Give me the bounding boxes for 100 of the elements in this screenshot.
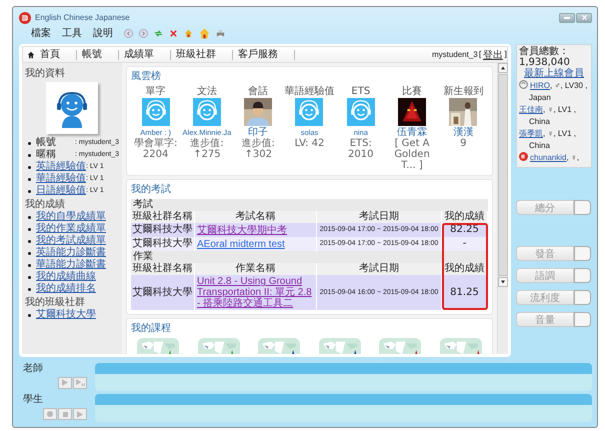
play-icon (62, 379, 68, 386)
member-country: China (528, 140, 550, 152)
category-label: ETS (351, 86, 370, 97)
sidebar-link[interactable]: 我的作業成績單 (36, 223, 106, 235)
menu-item[interactable]: 檔案 (31, 26, 51, 40)
refresh-icon[interactable] (154, 28, 163, 38)
card-title: 我的課程 (131, 322, 172, 336)
member-details: , ♀, (566, 153, 580, 162)
logo-icon (519, 152, 528, 161)
sidebar-link[interactable]: 我的考試成績單 (36, 235, 106, 247)
section-title: 我的成績 (25, 199, 66, 210)
scroll-down-icon[interactable] (498, 277, 508, 287)
bullet-icon (28, 264, 31, 266)
user-link[interactable]: 漢漢 (453, 127, 474, 138)
back-icon[interactable] (124, 28, 133, 38)
scrollbar[interactable] (497, 63, 508, 354)
smiley-headset-icon[interactable] (295, 98, 324, 126)
close-icon (582, 15, 586, 20)
member-count: 會員總數：1,938,040 (519, 46, 570, 68)
home-icon[interactable] (199, 28, 210, 38)
sidebar-link[interactable]: 英語能力診斷書 (36, 247, 106, 259)
stat-text: LV: 42 (294, 138, 324, 149)
stat-text: 進步值: ↑275 (189, 138, 225, 160)
smiley-headset-icon[interactable] (192, 98, 221, 126)
nav-tab[interactable]: 首頁 (40, 50, 77, 60)
scroll-up-icon[interactable] (498, 63, 508, 73)
member-link[interactable]: 張季凱 (519, 129, 543, 138)
field-link[interactable]: 華語經驗值 (36, 173, 86, 185)
score-value-box (574, 312, 591, 327)
member-link[interactable]: 王佳南 (519, 105, 543, 114)
column-header: 我的成績 (442, 211, 488, 223)
half-speed-play-button[interactable] (73, 376, 87, 389)
member-country: Japan (528, 92, 551, 104)
member-details: , ♀, LV1 , (543, 129, 576, 138)
member-link[interactable]: chunankid (530, 153, 566, 162)
column-header: 我的成績 (442, 263, 488, 275)
latest-members-link[interactable]: 最新上線會員 (519, 68, 589, 80)
half-speed-play-icon (76, 379, 84, 386)
minimize-button[interactable] (559, 12, 575, 22)
column-header: 作業名稱 (195, 263, 317, 275)
play-button[interactable] (58, 376, 72, 389)
member-country: China (528, 116, 550, 128)
logout-link[interactable]: 登出 (482, 48, 503, 62)
nav-tab[interactable]: 班級社群 (176, 50, 233, 60)
print-icon[interactable] (216, 28, 225, 38)
sidebar-link[interactable]: 我的自學成績單 (36, 211, 106, 223)
stop-button[interactable] (58, 408, 72, 420)
stat-text: 9 (460, 138, 467, 149)
smiley-headset-icon[interactable] (346, 98, 375, 126)
category-label: 比賽 (402, 86, 422, 97)
nav-tab[interactable]: 帳號 (82, 50, 119, 60)
sidebar-link[interactable]: 華語能力診斷書 (36, 259, 106, 271)
table-cell: 艾爾科技大學 (131, 275, 195, 310)
track-label: 老師 (22, 362, 44, 375)
table-cell: 艾爾科技大學 (131, 237, 195, 251)
forward-icon[interactable] (139, 28, 148, 38)
card-title: 我的考試 (131, 183, 172, 197)
bullet-icon (28, 314, 31, 316)
field-link[interactable]: 英語經驗值 (36, 161, 86, 173)
menu-item[interactable]: 工具 (62, 26, 82, 40)
score-value-box (574, 268, 591, 283)
section-header: 作業 (131, 251, 488, 263)
window-title: English Chinese Japanese (35, 13, 130, 22)
category-label: 會話 (248, 86, 268, 97)
section-title: 我的班級社群 (25, 297, 86, 308)
home-icon[interactable] (184, 28, 193, 38)
member-details: , ♀, LV1 , (543, 105, 576, 114)
bullet-icon (28, 252, 31, 254)
nav-tab[interactable]: 成績單 (124, 50, 171, 60)
bullet-icon (28, 190, 31, 192)
menu-item[interactable]: 說明 (93, 26, 113, 40)
stat-text: ETS: 2010 (347, 138, 374, 160)
record-button[interactable] (43, 408, 57, 420)
sidebar-link[interactable]: 我的成績曲線 (36, 271, 96, 283)
sidebar-link[interactable]: 我的成績排名 (36, 283, 96, 295)
minimize-icon (564, 16, 570, 18)
section-header: 考試 (131, 199, 488, 211)
field-label: 暱稱 (36, 149, 57, 160)
member-link[interactable]: HIRO (530, 81, 550, 90)
logo-icon (19, 12, 31, 24)
section-title: 我的資料 (25, 68, 66, 80)
nav-tab[interactable]: 客戶服務 (238, 50, 295, 60)
bullet-icon (28, 178, 31, 180)
close-button[interactable] (576, 12, 592, 22)
column-header: 班級社群名稱 (131, 211, 195, 223)
sidebar-link[interactable]: 艾爾科技大學 (36, 309, 96, 321)
play-button[interactable] (73, 408, 87, 420)
score-value-box (574, 290, 591, 305)
smiley-headset-icon[interactable] (142, 98, 170, 126)
field-link[interactable]: 日語經驗值 (36, 185, 86, 197)
bullet-icon (28, 166, 31, 168)
user-link[interactable]: 印子 (248, 127, 268, 138)
table-cell: - (442, 237, 488, 251)
score-value-box (574, 246, 591, 261)
bullet-icon (28, 142, 31, 144)
user-link[interactable]: 伍青霖 (397, 127, 428, 138)
stop-icon[interactable] (169, 28, 178, 38)
category-label: 華語經驗值 (284, 86, 334, 97)
column-header: 考試名稱 (195, 211, 317, 223)
stop-icon (62, 412, 68, 417)
